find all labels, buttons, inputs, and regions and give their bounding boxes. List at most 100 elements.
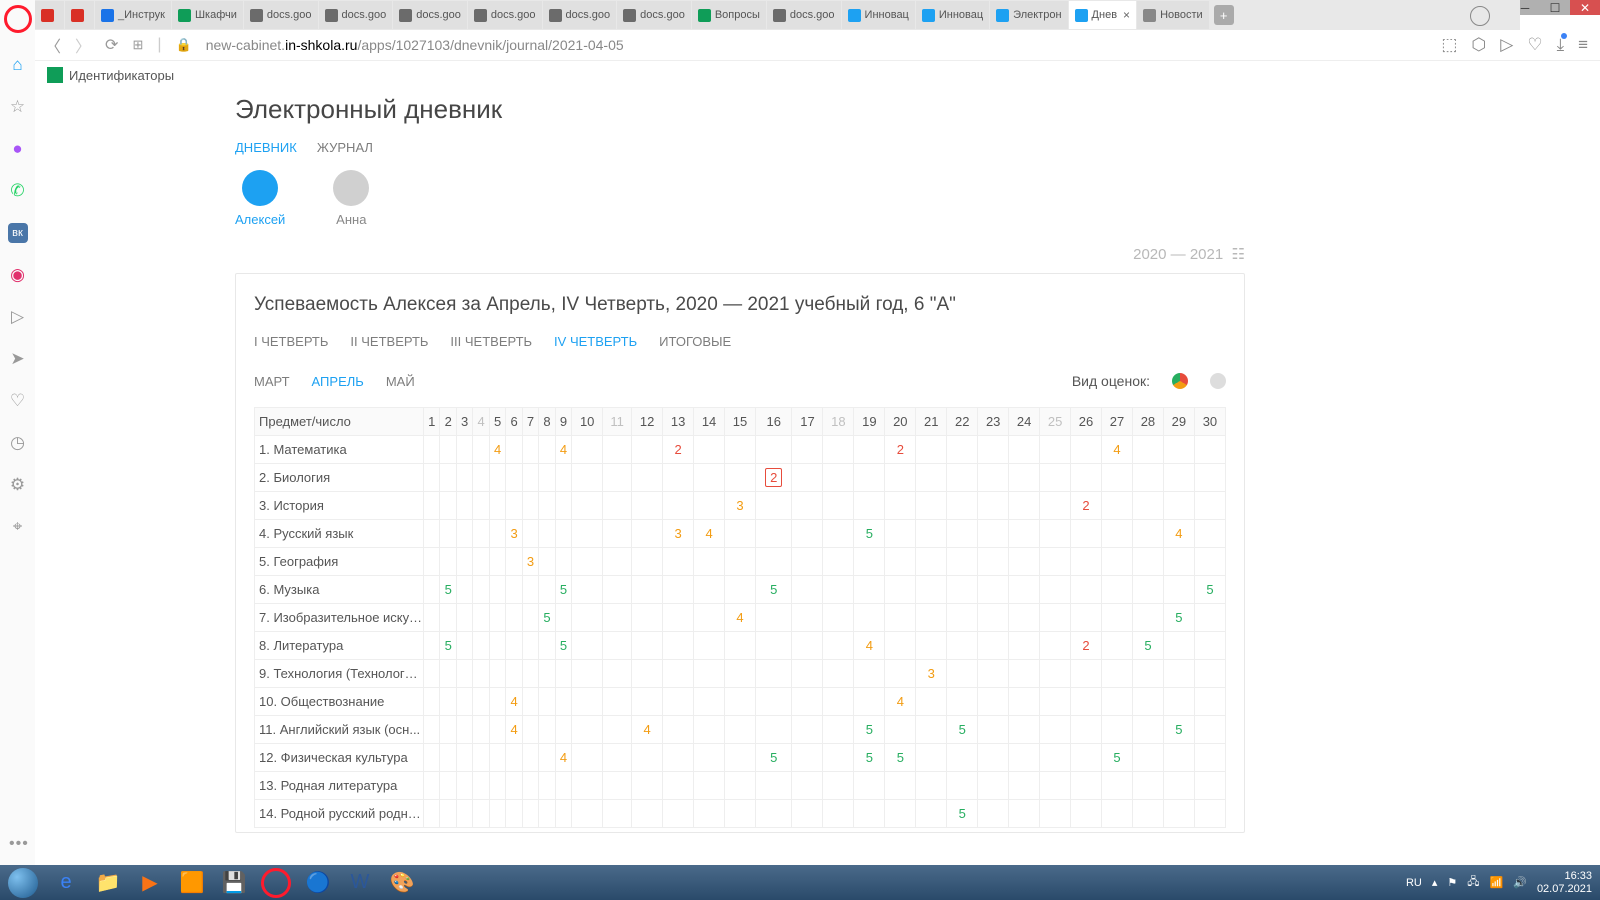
more-icon[interactable]: ••• xyxy=(9,835,29,853)
grade-cell xyxy=(572,716,603,744)
browser-tab[interactable]: Шкафчи xyxy=(172,1,243,29)
tray-lang[interactable]: RU xyxy=(1406,877,1422,889)
instagram-icon[interactable]: ◉ xyxy=(8,265,28,285)
bookmark-item[interactable]: Идентификаторы xyxy=(69,68,174,83)
subject-cell: 14. Родной русский родна... xyxy=(255,800,424,828)
table-row: 12. Физическая культура45555 xyxy=(255,744,1226,772)
grade-cell xyxy=(823,548,854,576)
messenger-icon[interactable]: ● xyxy=(8,139,28,159)
grade-cell xyxy=(572,548,603,576)
tray-clock[interactable]: 16:3302.07.2021 xyxy=(1537,870,1592,896)
menu-icon[interactable]: ≡ xyxy=(1578,35,1588,55)
grade-cell xyxy=(1071,800,1102,828)
back-button[interactable]: 〈 xyxy=(45,33,61,57)
browser-tab[interactable]: docs.goo xyxy=(767,1,841,29)
browser-tab[interactable]: Инновац xyxy=(842,1,915,29)
taskbar-word-icon[interactable]: W xyxy=(339,865,381,900)
taskbar-opera-icon[interactable] xyxy=(255,865,297,900)
grade-cell: 5 xyxy=(1132,632,1163,660)
start-button[interactable] xyxy=(0,865,45,900)
tray-volume-icon[interactable]: 🔊 xyxy=(1513,876,1527,889)
send-sidebar-icon[interactable]: ➤ xyxy=(8,349,28,369)
grade-cell xyxy=(632,660,663,688)
grade-cell xyxy=(424,660,440,688)
student-item[interactable]: Алексей xyxy=(235,170,285,227)
whatsapp-icon[interactable]: ✆ xyxy=(8,181,28,201)
browser-tab[interactable] xyxy=(65,1,94,29)
browser-tab[interactable]: Инновац xyxy=(916,1,989,29)
play-icon[interactable]: ▷ xyxy=(8,307,28,327)
quarter-tab[interactable]: III ЧЕТВЕРТЬ xyxy=(450,334,532,349)
send-icon[interactable]: ▷ xyxy=(1500,35,1513,55)
star-icon[interactable]: ☆ xyxy=(8,97,28,117)
color-mode-icon[interactable] xyxy=(1172,373,1188,389)
maximize-button[interactable]: ☐ xyxy=(1540,0,1570,15)
pin-icon[interactable]: ⌖ xyxy=(8,517,28,537)
grade-cell xyxy=(489,520,505,548)
tab-journal[interactable]: ЖУРНАЛ xyxy=(317,140,373,155)
grade-cell xyxy=(473,660,489,688)
grade-cell xyxy=(725,716,756,744)
quarter-tab[interactable]: I ЧЕТВЕРТЬ xyxy=(254,334,328,349)
taskbar-app-icon[interactable]: 🟧 xyxy=(171,865,213,900)
lock-icon[interactable]: 🔒 xyxy=(176,37,192,53)
browser-tab[interactable]: docs.goo xyxy=(543,1,617,29)
opera-logo-icon[interactable] xyxy=(4,5,32,33)
apps-icon[interactable]: ⊞ xyxy=(132,37,143,53)
browser-tab[interactable]: docs.goo xyxy=(393,1,467,29)
tray-wifi-icon[interactable]: 📶 xyxy=(1490,876,1504,889)
browser-tab[interactable]: docs.goo xyxy=(617,1,691,29)
browser-tab[interactable] xyxy=(35,1,64,29)
heart-sidebar-icon[interactable]: ♡ xyxy=(8,391,28,411)
tray-arrow-icon[interactable]: ▴ xyxy=(1432,876,1438,889)
month-tab[interactable]: АПРЕЛЬ xyxy=(312,374,364,389)
new-tab-button[interactable]: + xyxy=(1214,5,1234,25)
grade-cell xyxy=(916,772,947,800)
browser-tab[interactable]: _Инструк xyxy=(95,1,171,29)
camera-icon[interactable]: ⬚ xyxy=(1441,35,1457,55)
grade-cell xyxy=(632,688,663,716)
tray-network-icon[interactable]: 🖧 xyxy=(1467,873,1479,892)
heart-icon[interactable]: ♡ xyxy=(1527,35,1542,55)
browser-tab[interactable]: Новости xyxy=(1137,1,1209,29)
grade-cell xyxy=(823,520,854,548)
vk-icon[interactable]: вк xyxy=(8,223,28,243)
month-tab[interactable]: МАРТ xyxy=(254,374,290,389)
browser-tab[interactable]: docs.goo xyxy=(468,1,542,29)
grade-cell xyxy=(916,548,947,576)
year-selector[interactable]: 2020 — 2021 ☷ xyxy=(235,245,1245,263)
taskbar-explorer-icon[interactable]: 📁 xyxy=(87,865,129,900)
reload-button[interactable]: ⟳ xyxy=(105,35,118,55)
quarter-tab[interactable]: ИТОГОВЫЕ xyxy=(659,334,731,349)
month-tab[interactable]: МАЙ xyxy=(386,374,415,389)
browser-tab[interactable]: Электрон xyxy=(990,1,1067,29)
download-icon[interactable]: ⤓ xyxy=(1557,35,1565,55)
grade-cell: 4 xyxy=(885,688,916,716)
quarter-tab[interactable]: IV ЧЕТВЕРТЬ xyxy=(554,334,637,349)
taskbar-media-icon[interactable]: ▶ xyxy=(129,865,171,900)
browser-tab[interactable]: Вопросы xyxy=(692,1,766,29)
student-item[interactable]: Анна xyxy=(333,170,369,227)
home-icon[interactable]: ⌂ xyxy=(8,55,28,75)
url-field[interactable]: new-cabinet.in-shkola.ru/apps/1027103/dn… xyxy=(206,37,624,53)
browser-tab[interactable]: Днев× xyxy=(1069,1,1137,29)
tray-flag-icon[interactable]: ⚑ xyxy=(1447,876,1457,889)
taskbar-ie-icon[interactable]: e xyxy=(45,865,87,900)
taskbar-chrome-icon[interactable]: 🔵 xyxy=(297,865,339,900)
taskbar-paint-icon[interactable]: 🎨 xyxy=(381,865,423,900)
settings-icon[interactable]: ⚙ xyxy=(8,475,28,495)
quarter-tab[interactable]: II ЧЕТВЕРТЬ xyxy=(350,334,428,349)
grade-cell xyxy=(456,632,472,660)
grade-cell xyxy=(489,688,505,716)
forward-button[interactable]: 〉 xyxy=(75,33,91,57)
grade-cell xyxy=(572,576,603,604)
tab-diary[interactable]: ДНЕВНИК xyxy=(235,140,297,155)
browser-tab[interactable]: docs.goo xyxy=(244,1,318,29)
taskbar-save-icon[interactable]: 💾 xyxy=(213,865,255,900)
browser-tab[interactable]: docs.goo xyxy=(319,1,393,29)
clock-icon[interactable]: ◷ xyxy=(8,433,28,453)
shield-icon[interactable]: ⬡ xyxy=(1471,35,1486,55)
mono-mode-icon[interactable] xyxy=(1210,373,1226,389)
close-window-button[interactable]: ✕ xyxy=(1570,0,1600,15)
browser-search-icon[interactable] xyxy=(1470,6,1490,26)
